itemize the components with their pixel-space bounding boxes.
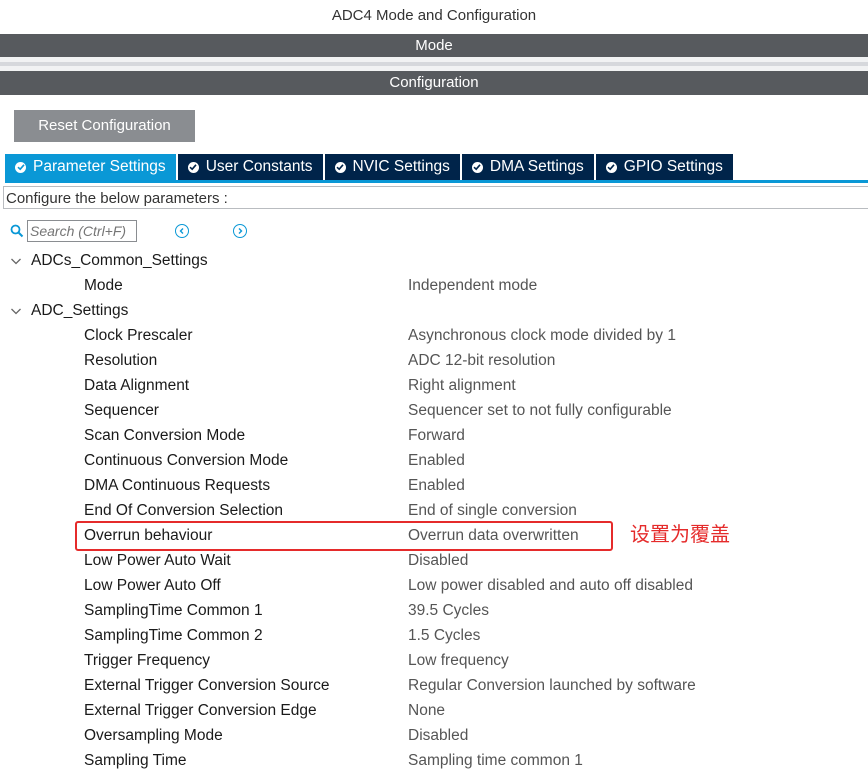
param-row[interactable]: Low Power Auto Wait Disabled [0,548,868,573]
param-name: Low Power Auto Wait [84,552,231,569]
param-row[interactable]: SamplingTime Common 1 39.5 Cycles [0,598,868,623]
param-row[interactable]: Trigger Frequency Low frequency [0,648,868,673]
param-value[interactable]: None [408,698,445,723]
param-name: Sampling Time [84,752,187,769]
tree-group-row[interactable]: ADCs_Common_Settings [0,248,868,273]
param-row[interactable]: Mode Independent mode [0,273,868,298]
param-name: SamplingTime Common 2 [84,627,263,644]
param-row[interactable]: Continuous Conversion Mode Enabled [0,448,868,473]
param-name: Resolution [84,352,158,369]
tab-user-constants[interactable]: User Constants [177,154,323,180]
param-value[interactable]: Independent mode [408,273,537,298]
check-circle-icon [605,161,617,173]
chevron-left-circle-icon[interactable] [175,224,189,238]
param-row[interactable]: External Trigger Conversion Edge None [0,698,868,723]
param-row[interactable]: External Trigger Conversion Source Regula… [0,673,868,698]
param-name: End Of Conversion Selection [84,502,284,519]
param-value[interactable]: End of single conversion [408,498,577,523]
check-circle-icon [187,161,199,173]
chevron-down-icon[interactable] [10,255,22,267]
param-value[interactable]: Enabled [408,448,465,473]
check-circle-icon [334,161,346,173]
tab-nvic-settings[interactable]: NVIC Settings [324,154,460,180]
param-name: Scan Conversion Mode [84,427,246,444]
param-name: Sequencer [84,402,159,419]
param-name: Low Power Auto Off [84,577,221,594]
param-value[interactable]: Sequencer set to not fully configurable [408,398,672,423]
param-row[interactable]: Clock Prescaler Asynchronous clock mode d… [0,323,868,348]
param-value[interactable]: Disabled [408,723,468,748]
search-bar [10,219,247,243]
param-value[interactable]: 39.5 Cycles [408,598,489,623]
tree-group-row[interactable]: ADC_Settings [0,298,868,323]
chevron-right-circle-icon[interactable] [233,224,247,238]
param-row[interactable]: SamplingTime Common 2 1.5 Cycles [0,623,868,648]
tab-underline [5,180,868,183]
param-value[interactable]: Asynchronous clock mode divided by 1 [408,323,676,348]
highlight-box [75,521,613,551]
check-circle-icon [471,161,483,173]
param-value[interactable]: Forward [408,423,465,448]
param-name: External Trigger Conversion Source [84,677,330,694]
tab-label: DMA Settings [489,158,584,175]
splitter-handle[interactable] [0,62,868,66]
param-row[interactable]: Resolution ADC 12-bit resolution [0,348,868,373]
annotation-text: 设置为覆盖 [630,522,730,546]
param-value[interactable]: Low frequency [408,648,509,673]
param-name: External Trigger Conversion Edge [84,702,317,719]
param-row[interactable]: Sequencer Sequencer set to not fully conf… [0,398,868,423]
param-value[interactable]: 1.5 Cycles [408,623,480,648]
mode-section-header[interactable]: Mode [0,34,868,57]
param-value[interactable]: Sampling time common 1 [408,748,583,773]
parameter-tree: ADCs_Common_Settings Mode Independent mode… [0,248,868,773]
param-name: Continuous Conversion Mode [84,452,289,469]
tab-parameter-settings[interactable]: Parameter Settings [5,154,176,180]
param-value[interactable]: Disabled [408,548,468,573]
param-name: DMA Continuous Requests [84,477,271,494]
param-row[interactable]: DMA Continuous Requests Enabled [0,473,868,498]
tab-label: GPIO Settings [623,158,723,175]
window-title: ADC4 Mode and Configuration [331,7,537,24]
tab-gpio-settings[interactable]: GPIO Settings [595,154,733,180]
configure-hint: Configure the below parameters : [3,186,868,209]
search-icon[interactable] [10,224,24,238]
check-circle-icon [15,161,26,173]
tree-group-label: ADC_Settings [31,302,129,319]
param-row[interactable]: Data Alignment Right alignment [0,373,868,398]
tab-dma-settings[interactable]: DMA Settings [461,154,594,180]
param-name: Clock Prescaler [84,327,193,344]
configuration-section-header[interactable]: Configuration [0,71,868,95]
chevron-down-icon[interactable] [10,305,22,317]
param-value[interactable]: Right alignment [408,373,516,398]
param-name: Mode [84,277,123,294]
tab-label: User Constants [205,158,313,175]
param-name: Oversampling Mode [84,727,223,744]
param-name: Trigger Frequency [84,652,211,669]
param-value[interactable]: Enabled [408,473,465,498]
tab-label: NVIC Settings [352,158,450,175]
param-name: Data Alignment [84,377,190,394]
tree-group-label: ADCs_Common_Settings [31,252,208,269]
param-value[interactable]: Low power disabled and auto off disabled [408,573,693,598]
search-input[interactable] [27,220,137,242]
param-value[interactable]: Regular Conversion launched by software [408,673,696,698]
reset-configuration-button[interactable]: Reset Configuration [14,110,195,142]
param-row[interactable]: Oversampling Mode Disabled [0,723,868,748]
param-name: SamplingTime Common 1 [84,602,263,619]
param-row[interactable]: Scan Conversion Mode Forward [0,423,868,448]
settings-tabs: Parameter Settings User Constants NVIC S… [5,154,735,180]
param-value[interactable]: ADC 12-bit resolution [408,348,555,373]
param-row[interactable]: End Of Conversion Selection End of single… [0,498,868,523]
param-row[interactable]: Sampling Time Sampling time common 1 [0,748,868,773]
tab-label: Parameter Settings [33,158,166,175]
param-row[interactable]: Low Power Auto Off Low power disabled and… [0,573,868,598]
